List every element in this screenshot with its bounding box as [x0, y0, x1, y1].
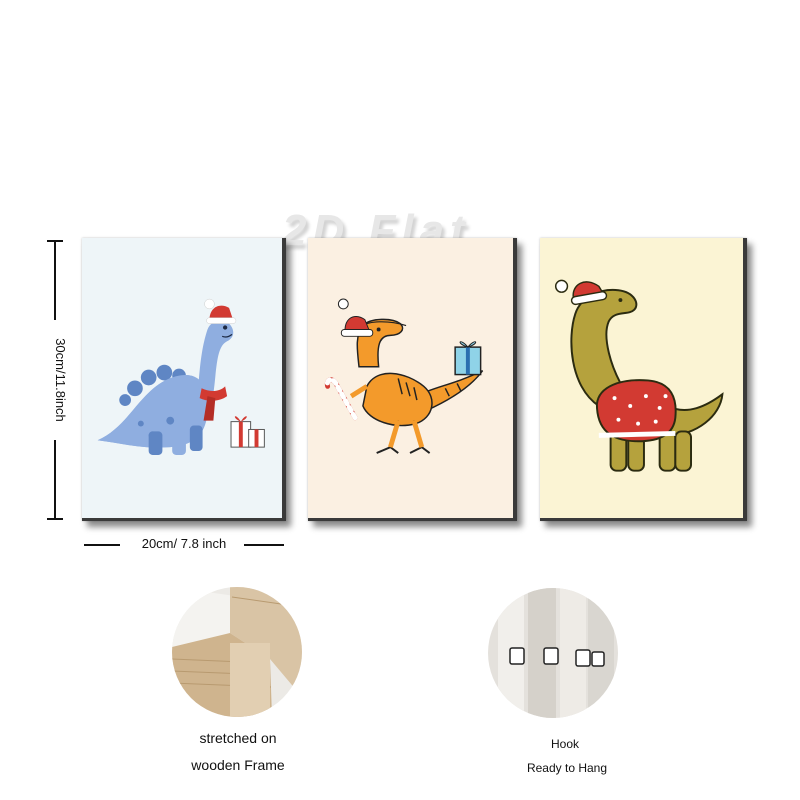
frame-caption-line1: stretched on [199, 730, 277, 746]
orange-raptor-illustration [324, 298, 484, 454]
painting-orange-raptor [308, 238, 517, 521]
painting-olive-dinosaur [540, 238, 747, 521]
hook-caption-line1: Hook [550, 737, 579, 751]
frame-caption-line2: wooden Frame [191, 757, 285, 773]
painting-blue-dinosaur [82, 238, 286, 521]
height-label: 30cm/11.8inch [48, 320, 68, 440]
width-label: 20cm/ 7.8 inch [141, 536, 227, 551]
blue-dinosaur-illustration [97, 298, 265, 455]
wooden-frame-corner-icon [172, 587, 302, 717]
hook-caption-line2: Ready to Hang [526, 761, 608, 775]
hanging-hook-icon [488, 588, 618, 718]
olive-dinosaur-illustration [554, 279, 724, 472]
height-dimension: 30cm/11.8inch [40, 240, 70, 520]
width-dimension: 20cm/ 7.8 inch [84, 535, 284, 555]
